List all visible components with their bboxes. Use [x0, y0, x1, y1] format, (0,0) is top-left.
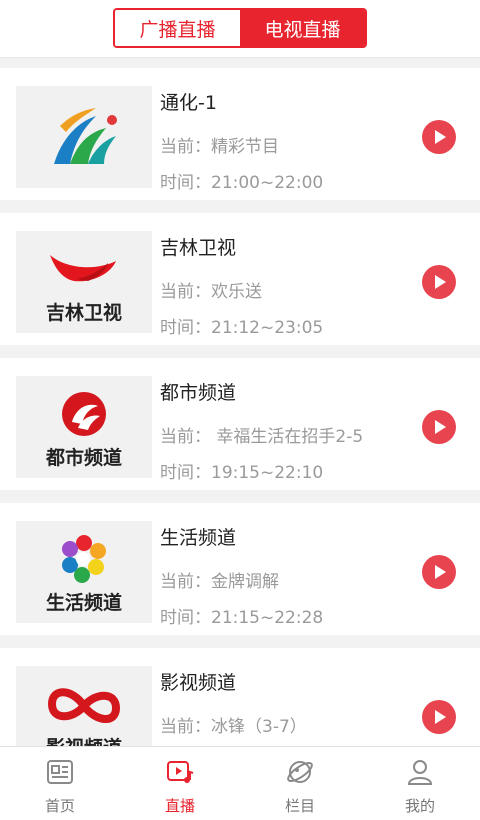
channel-name: 生活频道	[160, 527, 237, 549]
news-icon	[47, 760, 73, 784]
play-button[interactable]	[422, 410, 456, 444]
planet-icon	[287, 761, 313, 783]
channel-card[interactable]: 都市频道 都市频道 当前： 幸福生活在招手2-5 时间：19:15~22:10	[0, 358, 480, 490]
channel-card[interactable]: 生活频道 生活频道 当前：金牌调解 时间：21:15~22:28	[0, 503, 480, 635]
channel-logo-tonghua	[16, 86, 152, 188]
channel-name: 通化-1	[160, 92, 217, 114]
play-button[interactable]	[422, 120, 456, 154]
tab-label: 栏目	[284, 797, 315, 815]
program-time: 时间：21:15~22:28	[160, 608, 324, 628]
tab-mine[interactable]: 我的	[360, 747, 480, 820]
channel-list: 通化-1 当前：精彩节目 时间：21:00~22:00 吉林卫视 吉林卫视 当前…	[0, 68, 480, 746]
play-button[interactable]	[422, 555, 456, 589]
channel-card[interactable]: 通化-1 当前：精彩节目 时间：21:00~22:00	[0, 68, 480, 200]
current-program: 当前：欢乐送	[160, 282, 262, 302]
program-time: 时间：21:12~23:05	[160, 318, 324, 338]
channel-name: 吉林卫视	[160, 237, 237, 259]
live-video-icon	[167, 761, 194, 783]
channel-card[interactable]: 吉林卫视 吉林卫视 当前：欢乐送 时间：21:12~23:05	[0, 213, 480, 345]
channel-name: 影视频道	[160, 672, 237, 694]
channel-name: 都市频道	[160, 382, 237, 404]
logo-lettering: 生活频道	[46, 591, 122, 614]
tab-tv-live[interactable]: 电视直播	[240, 10, 365, 46]
tab-label: 首页	[44, 797, 75, 815]
bottom-tab-bar: 首页 直播 栏目 我的	[0, 746, 480, 820]
channel-logo-city: 都市频道	[16, 376, 152, 478]
tab-home[interactable]: 首页	[0, 747, 120, 820]
live-type-switch: 广播直播 电视直播	[113, 8, 367, 48]
tab-columns[interactable]: 栏目	[240, 747, 360, 820]
tab-live[interactable]: 直播	[120, 747, 240, 820]
current-program: 当前：金牌调解	[160, 572, 279, 592]
current-program: 当前：冰锋（3-7）	[160, 717, 307, 737]
program-time: 时间：19:15~22:10	[160, 463, 324, 483]
play-button[interactable]	[422, 700, 456, 734]
channel-logo-jilin-tv: 吉林卫视	[16, 231, 152, 333]
logo-lettering: 影视频道	[46, 736, 122, 746]
tab-label: 直播	[164, 797, 195, 815]
channel-logo-film: 影视频道	[16, 666, 152, 746]
program-time: 时间：21:00~22:00	[160, 173, 324, 193]
logo-lettering: 都市频道	[45, 446, 122, 469]
user-icon	[407, 760, 433, 785]
channel-logo-life: 生活频道	[16, 521, 152, 623]
tab-label: 我的	[404, 797, 435, 815]
logo-lettering: 吉林卫视	[46, 301, 122, 324]
tab-radio-live[interactable]: 广播直播	[115, 10, 240, 46]
channel-card[interactable]: 影视频道 影视频道 当前：冰锋（3-7）	[0, 648, 480, 746]
current-program: 当前：精彩节目	[160, 137, 279, 157]
top-bar: 广播直播 电视直播	[0, 0, 480, 58]
play-button[interactable]	[422, 265, 456, 299]
current-program: 当前： 幸福生活在招手2-5	[160, 427, 364, 447]
